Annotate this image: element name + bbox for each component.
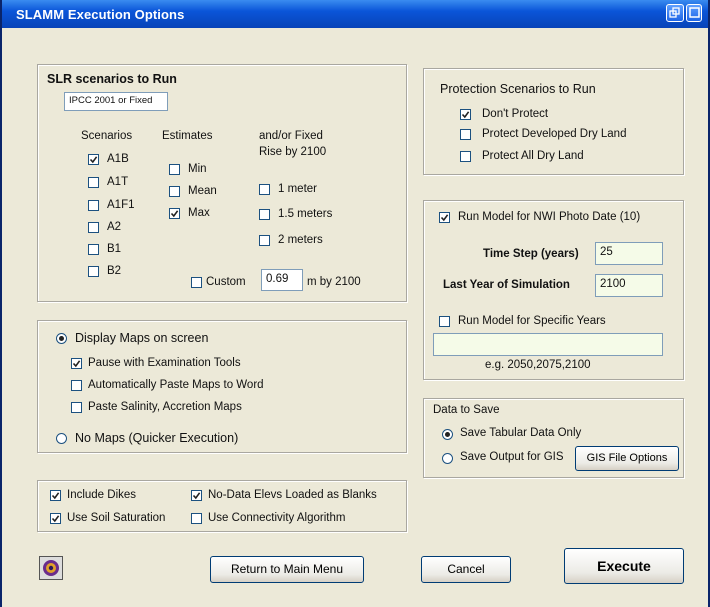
scenarios-column-label: Scenarios <box>81 130 133 142</box>
scenario-a1t-checkbox[interactable] <box>88 177 99 188</box>
estimate-max-label: Max <box>188 207 210 219</box>
ipcc-scenario-box[interactable]: IPCC 2001 or Fixed <box>64 92 168 111</box>
estimate-max-checkbox[interactable] <box>169 208 180 219</box>
estimate-min-checkbox[interactable] <box>169 164 180 175</box>
paste-salinity-checkbox[interactable] <box>71 402 82 413</box>
no-data-elevs-checkbox[interactable] <box>191 490 202 501</box>
scenario-a1b-label: A1B <box>107 153 129 165</box>
no-maps-label: No Maps (Quicker Execution) <box>75 431 239 445</box>
save-gis-label: Save Output for GIS <box>460 451 564 463</box>
estimate-mean-label: Mean <box>188 185 217 197</box>
scenario-a1b-checkbox[interactable] <box>88 154 99 165</box>
paste-word-checkbox[interactable] <box>71 380 82 391</box>
custom-rise-input[interactable]: 0.69 <box>261 269 303 291</box>
dont-protect-label: Don't Protect <box>482 108 549 120</box>
paste-word-label: Automatically Paste Maps to Word <box>88 379 264 391</box>
fixed-1m-label: 1 meter <box>278 183 317 195</box>
protect-all-checkbox[interactable] <box>460 151 471 162</box>
time-step-input[interactable]: 25 <box>595 242 663 265</box>
scenario-a1t-label: A1T <box>107 176 129 188</box>
scenario-a2-checkbox[interactable] <box>88 222 99 233</box>
fixed-column-label-2: Rise by 2100 <box>259 146 327 158</box>
pause-examination-checkbox[interactable] <box>71 358 82 369</box>
fixed-column-label-1: and/or Fixed <box>259 130 323 142</box>
window-title: SLAMM Execution Options <box>16 7 185 22</box>
app-logo-icon[interactable] <box>39 556 63 580</box>
execute-button[interactable]: Execute <box>564 548 684 584</box>
title-bar: SLAMM Execution Options <box>2 0 708 28</box>
cancel-button[interactable]: Cancel <box>421 556 511 583</box>
custom-suffix-label: m by 2100 <box>307 276 361 288</box>
last-year-input[interactable]: 2100 <box>595 274 663 297</box>
nwi-photo-date-checkbox[interactable] <box>439 212 450 223</box>
display-maps-radio[interactable] <box>56 333 67 344</box>
return-to-main-menu-button[interactable]: Return to Main Menu <box>210 556 364 583</box>
no-data-elevs-label: No-Data Elevs Loaded as Blanks <box>208 489 377 501</box>
specific-years-input[interactable] <box>433 333 663 356</box>
estimate-mean-checkbox[interactable] <box>169 186 180 197</box>
connectivity-checkbox[interactable] <box>191 513 202 524</box>
fixed-2m-checkbox[interactable] <box>259 235 270 246</box>
custom-checkbox[interactable] <box>191 277 202 288</box>
data-to-save-header: Data to Save <box>433 404 500 416</box>
scenario-b1-label: B1 <box>107 243 122 255</box>
scenario-a2-label: A2 <box>107 221 122 233</box>
save-gis-radio[interactable] <box>442 453 453 464</box>
time-step-label: Time Step (years) <box>483 248 579 260</box>
save-tabular-label: Save Tabular Data Only <box>460 427 582 439</box>
pause-examination-label: Pause with Examination Tools <box>88 357 241 369</box>
scenario-a1f1-checkbox[interactable] <box>88 200 99 211</box>
scenario-a1f1-label: A1F1 <box>107 199 135 211</box>
specific-years-example: e.g. 2050,2075,2100 <box>485 359 591 371</box>
protection-header: Protection Scenarios to Run <box>440 82 596 96</box>
slr-scenarios-header: SLR scenarios to Run <box>47 72 177 86</box>
fixed-1-5m-checkbox[interactable] <box>259 209 270 220</box>
specific-years-label: Run Model for Specific Years <box>458 315 606 327</box>
soil-saturation-label: Use Soil Saturation <box>67 512 166 524</box>
model-options-group <box>37 480 407 532</box>
protect-developed-checkbox[interactable] <box>460 129 471 140</box>
scenario-b2-label: B2 <box>107 265 122 277</box>
slamm-execution-options-window: SLAMM Execution Options SLR scenarios to… <box>0 0 710 607</box>
restore-icon[interactable] <box>666 4 684 22</box>
connectivity-label: Use Connectivity Algorithm <box>208 512 346 524</box>
custom-label: Custom <box>206 276 246 288</box>
protect-all-label: Protect All Dry Land <box>482 150 584 162</box>
protect-developed-label: Protect Developed Dry Land <box>482 128 627 140</box>
soil-saturation-checkbox[interactable] <box>50 513 61 524</box>
scenario-b2-checkbox[interactable] <box>88 266 99 277</box>
fixed-1-5m-label: 1.5 meters <box>278 208 333 220</box>
include-dikes-label: Include Dikes <box>67 489 137 501</box>
scenario-b1-checkbox[interactable] <box>88 244 99 255</box>
no-maps-radio[interactable] <box>56 433 67 444</box>
fixed-2m-label: 2 meters <box>278 234 323 246</box>
last-year-label: Last Year of Simulation <box>443 279 570 291</box>
nwi-photo-date-label: Run Model for NWI Photo Date (10) <box>458 211 641 223</box>
paste-salinity-label: Paste Salinity, Accretion Maps <box>88 401 242 413</box>
specific-years-checkbox[interactable] <box>439 316 450 327</box>
gis-file-options-button[interactable]: GIS File Options <box>575 446 679 471</box>
include-dikes-checkbox[interactable] <box>50 490 61 501</box>
dont-protect-checkbox[interactable] <box>460 109 471 120</box>
save-tabular-radio[interactable] <box>442 429 453 440</box>
display-maps-label: Display Maps on screen <box>75 331 209 345</box>
estimates-column-label: Estimates <box>162 130 213 142</box>
maximize-icon[interactable] <box>686 4 702 22</box>
fixed-1m-checkbox[interactable] <box>259 184 270 195</box>
estimate-min-label: Min <box>188 163 207 175</box>
